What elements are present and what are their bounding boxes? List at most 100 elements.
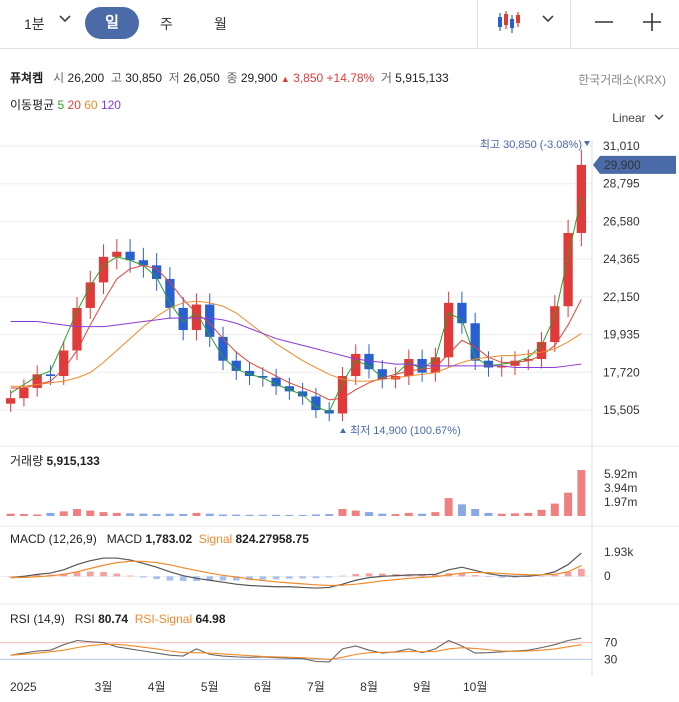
volume-bar: [298, 514, 307, 516]
volume-bar: [19, 514, 28, 516]
volume-bar: [258, 514, 267, 516]
volume-bar: [378, 513, 387, 516]
x-axis-tick: 3월: [95, 680, 113, 694]
macd-histogram-bar: [166, 576, 174, 581]
volume-y-tick: 5.92m: [604, 467, 637, 481]
x-axis-tick: 10월: [463, 680, 487, 694]
macd-histogram-bar: [100, 572, 107, 577]
macd-histogram-bar: [272, 576, 280, 580]
volume-bar: [404, 512, 413, 516]
macd-histogram-bar: [7, 576, 14, 577]
macd-histogram-bar: [219, 576, 227, 581]
macd-histogram-bar: [140, 576, 147, 578]
volume-bar: [205, 513, 214, 516]
macd-histogram-bar: [538, 576, 545, 577]
macd-histogram-bar: [471, 575, 479, 577]
macd-histogram-bar: [339, 575, 346, 577]
candle-body: [337, 376, 348, 414]
macd-histogram-bar: [286, 576, 293, 579]
volume-y-tick: 1.97m: [604, 495, 637, 509]
ma-line-5: [10, 197, 582, 413]
price-y-tick: 19,935: [603, 328, 640, 342]
volume-bar: [73, 509, 81, 516]
volume-bar: [152, 514, 161, 516]
volume-bar: [577, 470, 586, 516]
macd-histogram-bar: [498, 576, 506, 578]
price-y-tick: 17,720: [603, 365, 640, 379]
volume-bar: [112, 512, 121, 516]
low-marker: 최저 14,900 (100.67%): [350, 424, 461, 437]
volume-bar: [245, 514, 254, 516]
macd-histogram-bar: [578, 568, 585, 577]
macd-histogram-bar: [153, 576, 160, 580]
volume-bar: [33, 514, 42, 516]
macd-histogram-bar: [126, 575, 134, 577]
volume-bar: [511, 513, 519, 516]
price-y-tick: 22,150: [603, 290, 640, 304]
volume-bar: [6, 513, 15, 516]
price-y-tick: 28,795: [603, 177, 640, 191]
candle-body: [112, 251, 122, 257]
macd-histogram-bar: [325, 576, 333, 578]
macd-histogram-bar: [86, 571, 94, 577]
price-y-tick: 26,580: [603, 214, 640, 228]
volume-bar: [86, 510, 95, 516]
x-axis-tick: 5월: [201, 680, 219, 694]
volume-bar: [165, 513, 174, 516]
last-price-label: 29,900: [604, 158, 641, 172]
macd-histogram-bar: [352, 573, 360, 577]
x-axis-tick: 9월: [413, 680, 431, 694]
volume-bar: [126, 513, 135, 516]
candle-body: [404, 359, 414, 377]
x-axis-tick: 2025: [10, 680, 37, 694]
macd-series-signal: [10, 560, 582, 587]
macd-histogram-bar: [365, 573, 373, 577]
x-axis-tick: 6월: [254, 680, 272, 694]
volume-bar: [46, 512, 55, 516]
volume-bar: [338, 509, 347, 516]
macd-histogram-bar: [312, 576, 320, 579]
volume-bar: [285, 514, 294, 516]
volume-bar: [192, 512, 201, 516]
volume-bar: [497, 513, 506, 516]
x-axis-tick: 4월: [148, 680, 166, 694]
stock-chart[interactable]: 31,010 28,795 26,580 24,365 22,150 19,935 17,7…: [0, 0, 679, 702]
volume-bar: [219, 514, 227, 516]
volume-bar: [99, 512, 108, 516]
macd-y-tick: 0: [604, 569, 611, 583]
candle-body: [45, 374, 56, 377]
volume-bar: [59, 511, 68, 516]
macd-histogram-bar: [113, 573, 121, 577]
x-axis-tick: 8월: [360, 680, 378, 694]
volume-bar: [418, 513, 427, 516]
candle-body: [443, 302, 454, 358]
high-marker-arrow: [584, 141, 590, 146]
volume-bar: [471, 509, 480, 516]
volume-bar: [325, 514, 334, 516]
volume-bar: [391, 514, 400, 516]
macd-y-tick: 1.93k: [604, 545, 634, 559]
volume-bar: [564, 492, 573, 516]
candle-body: [191, 304, 202, 331]
rsi-y-tick: 30: [604, 652, 618, 666]
volume-bar: [365, 512, 373, 516]
price-y-tick: 15,505: [603, 403, 640, 417]
ma-line-20: [10, 264, 582, 401]
volume-bar: [457, 504, 466, 516]
volume-bar: [232, 514, 241, 516]
volume-bar: [524, 512, 533, 516]
price-y-tick: 24,365: [603, 252, 640, 266]
high-marker: 최고 30,850 (-3.08%): [480, 138, 582, 151]
candle-body: [351, 353, 361, 377]
volume-bar: [550, 503, 559, 516]
volume-bar: [139, 513, 148, 516]
volume-bar: [311, 514, 320, 516]
x-axis-tick: 7월: [307, 680, 325, 694]
macd-histogram-bar: [259, 576, 267, 580]
price-y-tick: 31,010: [603, 139, 640, 153]
volume-bar: [431, 512, 440, 516]
macd-histogram-bar: [485, 576, 492, 577]
volume-bar: [351, 510, 360, 516]
candle-body: [470, 323, 480, 361]
candle-body: [5, 398, 16, 404]
